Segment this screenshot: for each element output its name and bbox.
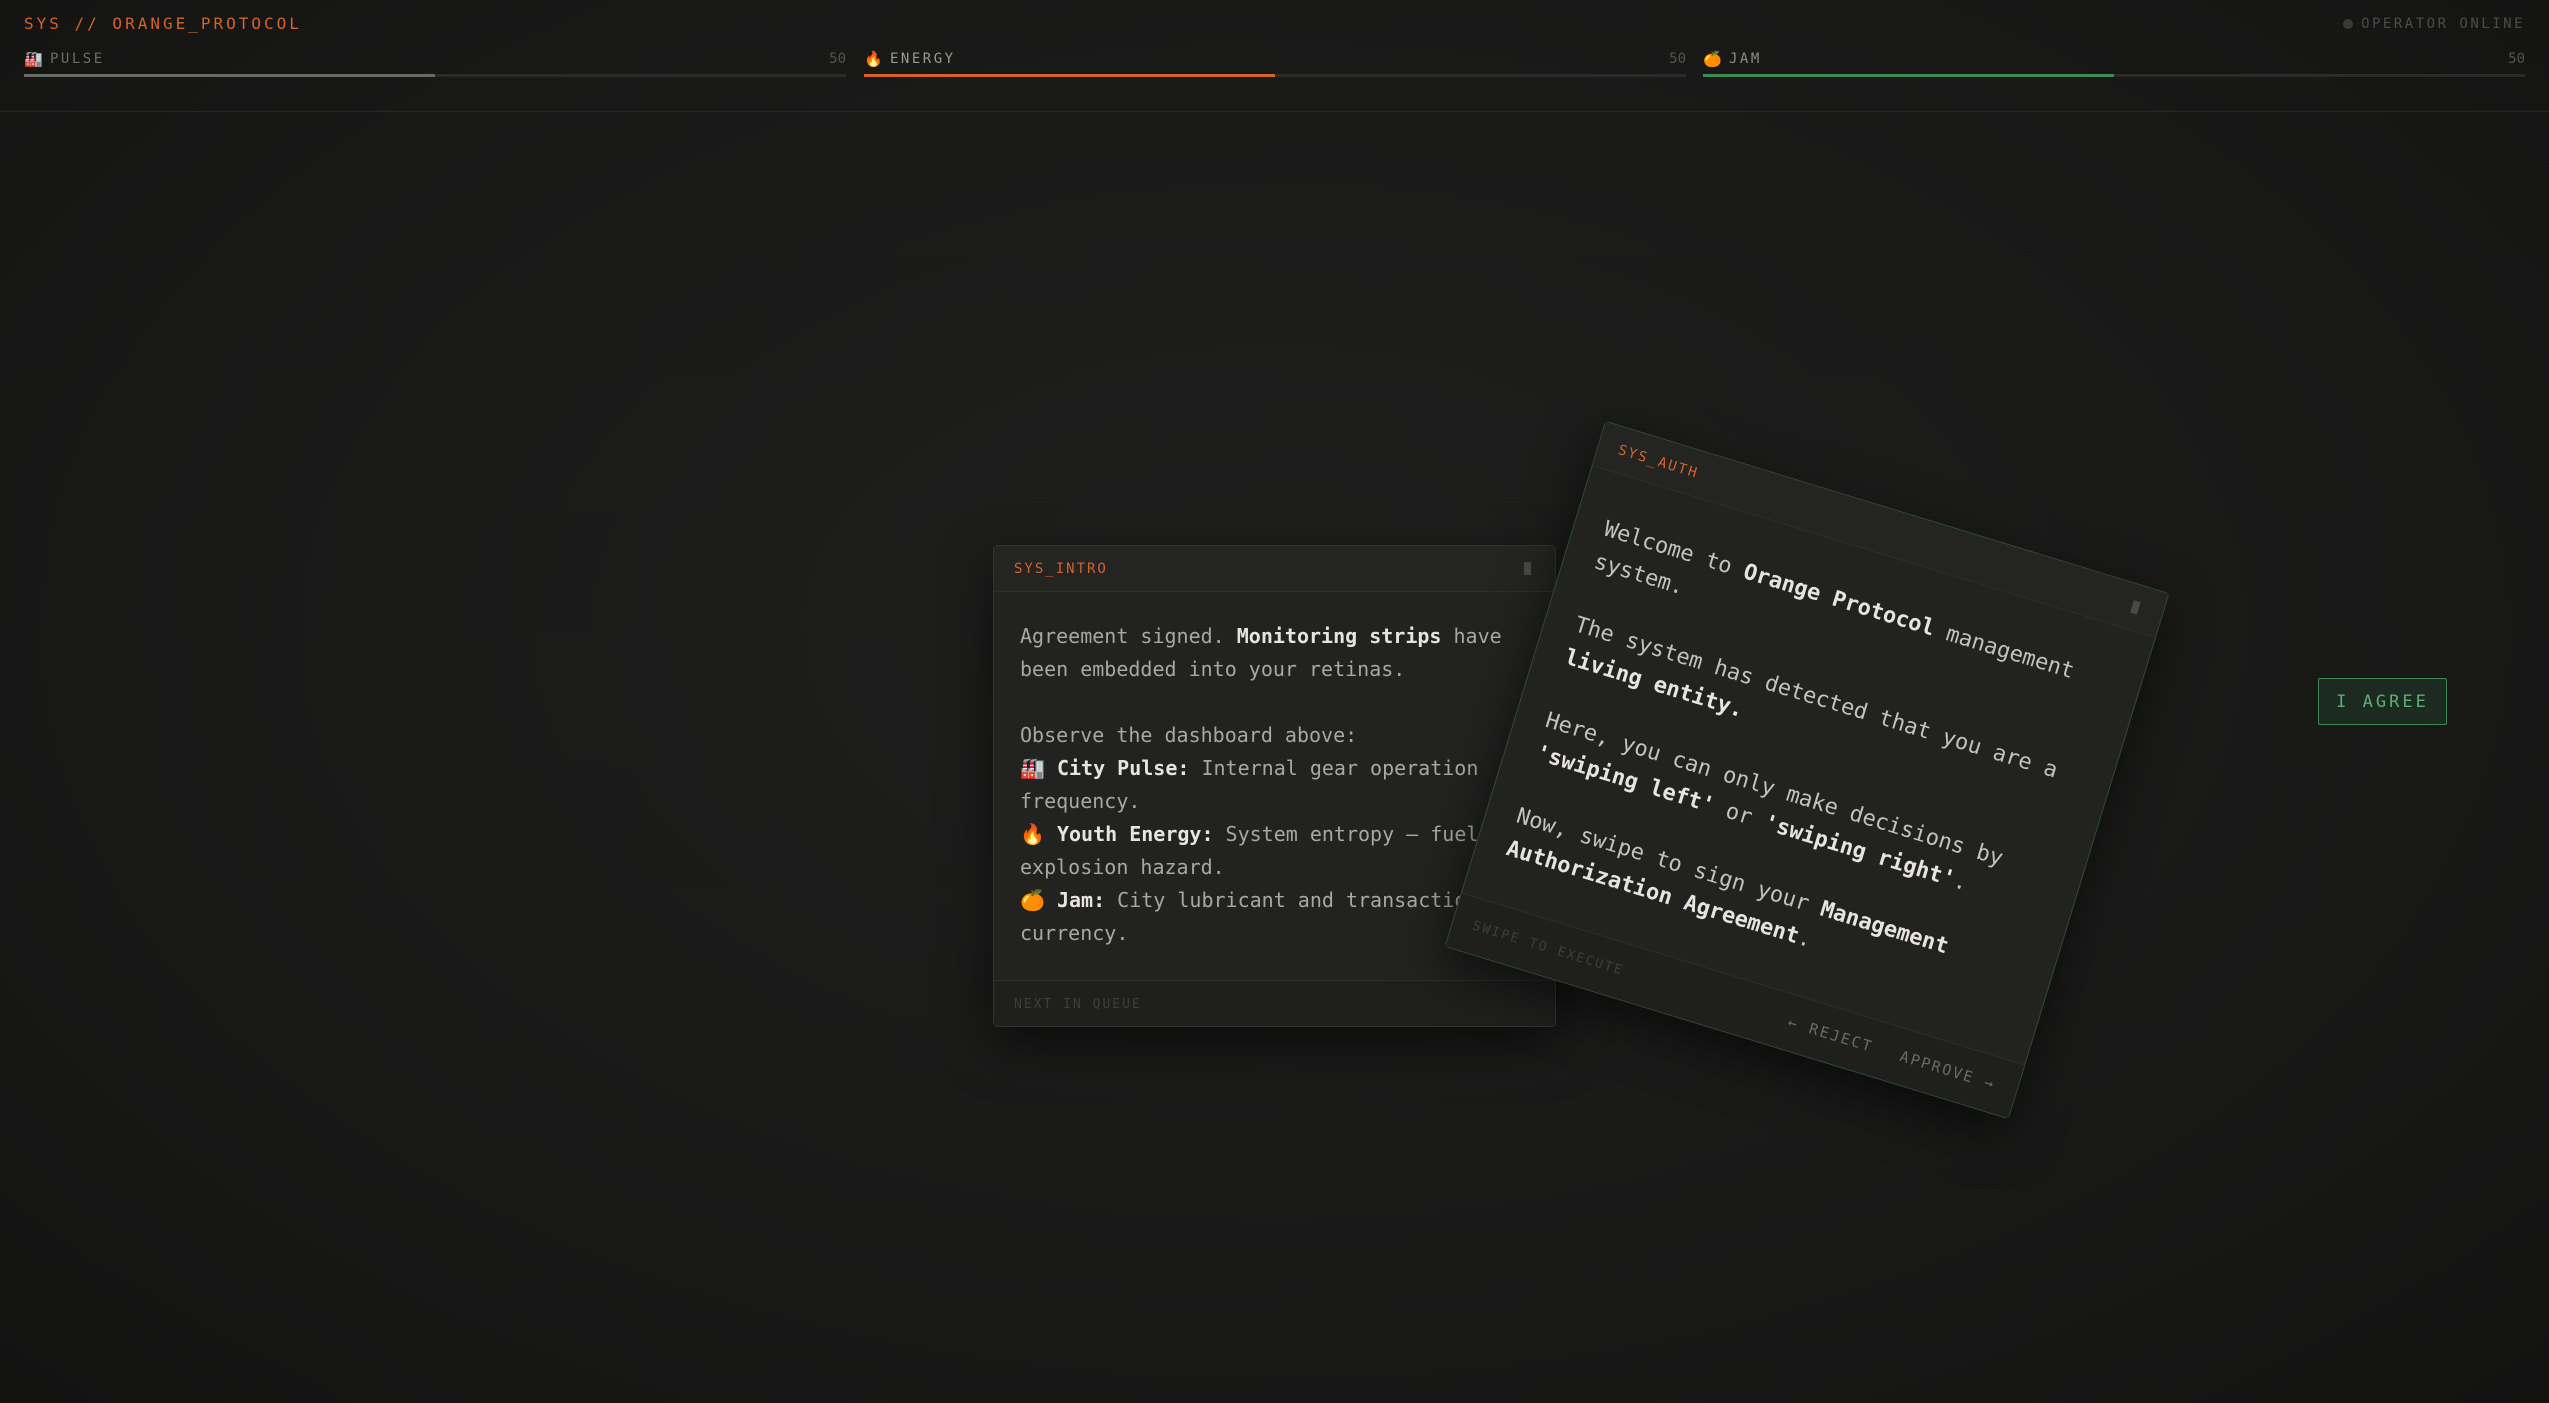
card-grip-icon <box>1524 562 1531 575</box>
text-span: or <box>1709 794 1768 835</box>
list-item-city-pulse: 🏭 City Pulse: Internal gear operation fr… <box>1020 752 1529 818</box>
orange-icon: 🍊 <box>1703 50 1722 68</box>
meter-energy-value: 50 <box>1669 51 1686 67</box>
orange-icon: 🍊 <box>1020 888 1045 912</box>
meter-energy-track <box>864 74 1686 77</box>
emphasis-monitoring-strips: Monitoring strips <box>1236 624 1442 648</box>
card-grip-icon <box>2130 600 2141 615</box>
meter-pulse-value: 50 <box>829 51 846 67</box>
meter-pulse-track <box>24 74 846 77</box>
intro-card-footer: NEXT IN QUEUE <box>994 980 1555 1026</box>
meter-jam-label: JAM <box>1729 51 1762 67</box>
status-header: SYS // ORANGE_PROTOCOL OPERATOR ONLINE 🏭… <box>0 0 2549 112</box>
meter-energy: 🔥 ENERGY 50 <box>864 50 1686 80</box>
approve-action[interactable]: APPROVE → <box>1898 1047 1998 1093</box>
intro-paragraph: Agreement signed. Monitoring strips have… <box>1020 620 1529 686</box>
meter-jam-track <box>1703 74 2525 77</box>
meter-jam-fill <box>1703 74 2114 77</box>
fire-icon: 🔥 <box>1020 822 1045 846</box>
text-span: Agreement signed. <box>1020 624 1237 648</box>
observe-line: Observe the dashboard above: <box>1020 723 1358 747</box>
meter-energy-label: ENERGY <box>890 51 956 67</box>
meter-jam: 🍊 JAM 50 <box>1703 50 2525 80</box>
meter-pulse-label: PULSE <box>50 51 105 67</box>
intro-card-header: SYS_INTRO <box>994 546 1555 592</box>
item-name: Jam: <box>1056 888 1106 912</box>
operator-status: OPERATOR ONLINE <box>2343 16 2525 32</box>
list-item-youth-energy: 🔥 Youth Energy: System entropy — fuel an… <box>1020 818 1529 884</box>
item-name: City Pulse: <box>1056 756 1190 780</box>
emphasis-orange-protocol: Orange Protocol <box>1740 559 1938 642</box>
meter-pulse-fill <box>24 74 435 77</box>
reject-action[interactable]: ← REJECT <box>1786 1013 1876 1056</box>
next-in-queue-hint: NEXT IN QUEUE <box>1014 997 1142 1012</box>
factory-icon: 🏭 <box>24 50 43 68</box>
i-agree-button[interactable]: I AGREE <box>2318 678 2447 725</box>
operator-status-text: OPERATOR ONLINE <box>2361 16 2525 32</box>
meter-energy-fill <box>864 74 1275 77</box>
factory-icon: 🏭 <box>1020 756 1045 780</box>
auth-card-tag: SYS_AUTH <box>1616 442 1701 482</box>
item-name: Youth Energy: <box>1056 822 1214 846</box>
intro-card-tag: SYS_INTRO <box>1014 561 1108 577</box>
meter-pulse: 🏭 PULSE 50 <box>24 50 846 80</box>
status-dot-icon <box>2343 19 2354 29</box>
meter-jam-value: 50 <box>2508 51 2525 67</box>
app-title: SYS // ORANGE_PROTOCOL <box>24 14 302 33</box>
fire-icon: 🔥 <box>864 50 883 68</box>
